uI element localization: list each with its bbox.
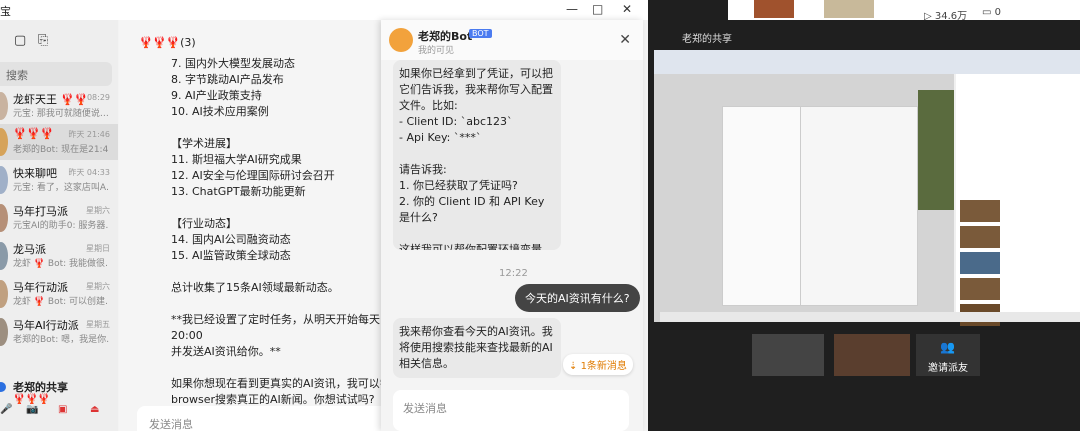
main-chat-pane: 🦞🦞🦞(3) 7. 国内外大模型发展动态 8. 字节跳动AI产品发布 9. AI… (119, 20, 402, 431)
bot-message: 我来帮你查看今天的AI资讯。我将使用搜索技能来查找最新的AI相关信息。 (393, 318, 561, 378)
participant-avatar[interactable] (834, 334, 910, 376)
video-thumbnail (960, 226, 1000, 248)
conversation-name: 龙虾天王 🦞🦞 (13, 93, 88, 106)
views-count: ▷ 34.6万 (924, 11, 968, 22)
conversation-time: 星期六 (86, 206, 110, 215)
new-messages-button[interactable]: ⇣ 1条新消息 (563, 354, 633, 375)
conversation-preview: 元宝: 看了，这家店叫A… (13, 183, 109, 193)
share-title: 老郑的共享 (682, 34, 732, 45)
avatar (0, 318, 8, 346)
bot-badge: BOT (469, 29, 492, 38)
conversation-preview: 龙虾 🦞 Bot: 我能做很… (13, 259, 109, 269)
conversation-time: 昨天 21:46 (68, 130, 110, 139)
maximize-icon[interactable]: □ (592, 2, 603, 16)
message-content: 7. 国内外大模型发展动态 8. 字节跳动AI产品发布 9. AI产业政策支持 … (171, 57, 402, 406)
conversation-item[interactable]: 马年行动派 龙虾 🦞 Bot: 可以创建… 星期六 (0, 276, 118, 312)
bot-chat-popup: 老郑的Bot BOT 我的可见 ✕ 如果你已经拿到了凭证，可以把它们告诉我，我来… (381, 20, 643, 431)
conversation-sidebar: ▢ ⎘ 搜索 龙虾天王 🦞🦞 元宝: 那我可就随便说… 08:29 🦞🦞🦞 老郑… (0, 20, 118, 431)
new-chat-icon[interactable]: ▢ (14, 33, 26, 48)
screen-share-view: ▷ 34.6万 ▭ 0 老郑的共享 邀请派友 👥 (648, 0, 1080, 431)
user-message: 今天的AI资讯有什么? (515, 284, 640, 312)
browser-bar (654, 50, 1080, 74)
video-thumbnail (960, 200, 1000, 222)
conversation-preview: 元宝: 那我可就随便说… (13, 109, 109, 119)
bot-name: 老郑的Bot (418, 30, 473, 43)
bot-status: 我的可见 (418, 46, 455, 56)
video-thumbnail (960, 252, 1000, 274)
shared-bot-popup (800, 106, 918, 306)
app-title: 宝 (0, 5, 11, 18)
conversation-name: 🦞🦞🦞 (13, 127, 55, 140)
conversation-item[interactable]: 🦞🦞🦞 老郑的Bot: 现在是21:4… 昨天 21:46 (0, 124, 118, 160)
conversation-name: 马年行动派 (13, 281, 68, 294)
camera-off-icon[interactable]: 📷 (26, 404, 40, 416)
popup-header: 老郑的Bot BOT 我的可见 ✕ (381, 20, 643, 60)
conversation-item[interactable]: 马年打马派 元宝AI的助手0: 服务器… 星期六 (0, 200, 118, 236)
message-input[interactable]: 发送消息 (137, 406, 389, 431)
shared-video-list (956, 74, 1080, 326)
conversation-preview: 老郑的Bot: 现在是21:4… (13, 145, 109, 155)
title-bar: 宝 — □ ✕ (0, 0, 648, 20)
conversation-item[interactable]: 龙马派 龙虾 🦞 Bot: 我能做很… 星期日 (0, 238, 118, 274)
close-icon[interactable]: ✕ (619, 32, 631, 48)
conversation-item[interactable]: 龙虾天王 🦞🦞 元宝: 那我可就随便说… 08:29 (0, 88, 118, 124)
avatar (0, 128, 8, 156)
avatar (0, 92, 8, 120)
shared-taskbar (660, 312, 1080, 322)
avatar (0, 204, 8, 232)
popup-message-input[interactable]: 发送消息 (393, 390, 629, 431)
conversation-preview: 老郑的Bot: 嗯，我是你… (13, 335, 109, 345)
chat-title: 🦞🦞🦞(3) (139, 36, 196, 49)
share-title-bar: 老郑的共享 (648, 28, 1080, 46)
conversation-time: 星期五 (86, 320, 110, 329)
comments-count: ▭ 0 (982, 7, 1002, 18)
screen-share-icon[interactable]: ▣ (58, 404, 72, 416)
shared-screen-content (654, 50, 1080, 326)
video-thumbnail (960, 278, 1000, 300)
video-strip: ▷ 34.6万 ▭ 0 (728, 0, 1080, 22)
participant-video[interactable] (752, 334, 824, 376)
views-value: 34.6万 (934, 11, 968, 22)
new-messages-label: 1条新消息 (580, 361, 627, 372)
conversation-time: 08:29 (86, 93, 110, 102)
search-input[interactable]: 搜索 (0, 62, 112, 86)
conversation-preview: 龙虾 🦞 Bot: 可以创建… (13, 297, 109, 307)
avatar (0, 280, 8, 308)
close-window-icon[interactable]: ✕ (622, 2, 632, 16)
bot-avatar (389, 28, 413, 52)
video-thumbnail (824, 0, 874, 18)
comments-value: 0 (994, 7, 1002, 18)
shared-game-view (918, 90, 954, 210)
conversation-time: 昨天 04:33 (68, 168, 110, 177)
bot-message: 如果你已经拿到了凭证，可以把它们告诉我，我来帮你写入配置文件。比如: - Cli… (393, 60, 561, 250)
minimize-icon[interactable]: — (566, 2, 578, 16)
share-title: 老郑的共享 (13, 381, 68, 394)
conversation-name: 快来聊吧 (13, 167, 57, 180)
conversation-time: 星期日 (86, 244, 110, 253)
add-user-icon: 👥 (940, 340, 955, 354)
conversation-name: 龙马派 (13, 243, 46, 256)
share-indicator-icon (0, 382, 6, 392)
conversation-name: 马年打马派 (13, 205, 68, 218)
avatar (0, 166, 8, 194)
mic-icon[interactable]: 🎤 (0, 404, 14, 416)
invite-label: 邀请派友 (928, 363, 968, 374)
conversation-item[interactable]: 马年AI行动派 老郑的Bot: 嗯，我是你… 星期五 (0, 314, 118, 350)
leave-icon[interactable]: ⏏ (90, 404, 104, 416)
conversation-name: 马年AI行动派 (13, 319, 79, 332)
video-thumbnail (754, 0, 794, 18)
conversation-item[interactable]: 快来聊吧 元宝: 看了，这家店叫A… 昨天 04:33 (0, 162, 118, 198)
message-time: 12:22 (499, 268, 528, 279)
edit-icon[interactable]: ⎘ (38, 33, 48, 48)
conversation-time: 星期六 (86, 282, 110, 291)
conversation-preview: 元宝AI的助手0: 服务器… (13, 221, 109, 231)
desktop-client-window: 宝 — □ ✕ ▢ ⎘ 搜索 龙虾天王 🦞🦞 元宝: 那我可就随便说… 08:2… (0, 0, 648, 431)
avatar (0, 242, 8, 270)
